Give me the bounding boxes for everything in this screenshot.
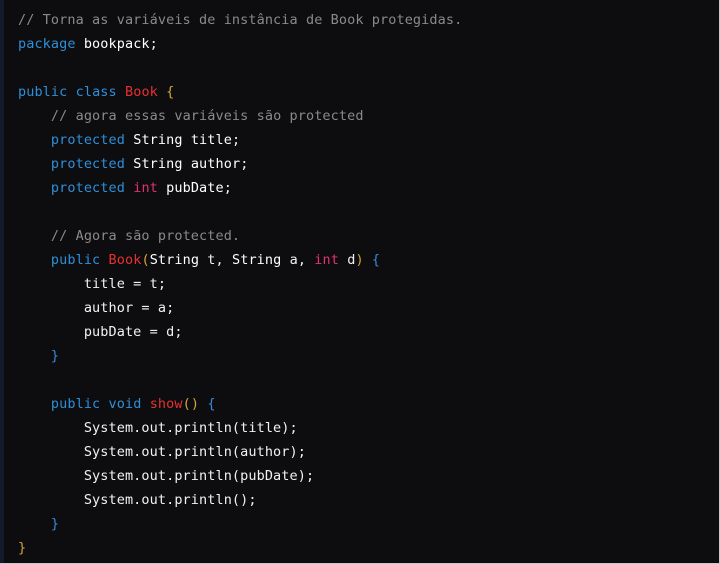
code-line[interactable]: } bbox=[0, 536, 719, 560]
code-line[interactable] bbox=[0, 200, 719, 224]
code-token: { bbox=[207, 396, 216, 412]
code-line[interactable]: System.out.println(pubDate); bbox=[0, 464, 719, 488]
code-token: void bbox=[108, 396, 142, 412]
code-token: int bbox=[314, 252, 339, 268]
code-line[interactable]: // agora essas variáveis são protected bbox=[0, 104, 719, 128]
code-token: ( bbox=[141, 252, 150, 268]
code-token: public bbox=[50, 396, 101, 412]
code-token: () bbox=[182, 396, 200, 412]
code-token: Book bbox=[124, 84, 158, 100]
code-token: pubDate bbox=[166, 180, 224, 196]
code-token: System.out.println(pubDate); bbox=[18, 468, 315, 484]
code-token: title = t; bbox=[18, 276, 167, 292]
code-token: bookpack bbox=[83, 36, 150, 52]
code-token: } bbox=[18, 540, 27, 556]
code-line[interactable] bbox=[0, 56, 719, 80]
code-token: String bbox=[133, 132, 183, 148]
code-token: String bbox=[149, 252, 200, 268]
code-token: public bbox=[50, 252, 101, 268]
code-token: System.out.println(); bbox=[18, 492, 257, 508]
code-line[interactable]: author = a; bbox=[0, 296, 719, 320]
code-line[interactable]: } bbox=[0, 512, 719, 536]
code-token: protected bbox=[50, 132, 125, 148]
code-token: String bbox=[231, 252, 282, 268]
code-token: { bbox=[166, 84, 175, 100]
code-line[interactable]: System.out.println(title); bbox=[0, 416, 719, 440]
code-token: // Torna as variáveis de instância de Bo… bbox=[18, 12, 463, 28]
code-line[interactable]: System.out.println(author); bbox=[0, 440, 719, 464]
code-token: protected bbox=[50, 156, 125, 172]
code-token: package bbox=[18, 36, 76, 52]
code-line[interactable]: title = t; bbox=[0, 272, 719, 296]
code-line[interactable]: protected String title; bbox=[0, 128, 719, 152]
code-token: ; bbox=[149, 36, 158, 52]
code-token: class bbox=[75, 84, 117, 100]
code-token: { bbox=[371, 252, 381, 268]
code-token: show bbox=[149, 396, 183, 412]
code-line[interactable]: // Torna as variáveis de instância de Bo… bbox=[0, 8, 719, 32]
code-token: // Agora são protected. bbox=[50, 228, 241, 244]
code-token: protected bbox=[50, 180, 125, 196]
code-line[interactable]: // Agora são protected. bbox=[0, 224, 719, 248]
code-line[interactable]: protected int pubDate; bbox=[0, 176, 719, 200]
code-line[interactable]: protected String author; bbox=[0, 152, 719, 176]
code-token: ; bbox=[240, 156, 249, 172]
code-token: public bbox=[18, 84, 68, 100]
code-token: } bbox=[50, 348, 60, 364]
code-token: // agora essas variáveis são protected bbox=[50, 108, 364, 124]
code-token: ; bbox=[223, 180, 232, 196]
code-token: d bbox=[338, 252, 356, 268]
code-token: ) bbox=[355, 252, 364, 268]
code-line[interactable]: package bookpack; bbox=[0, 32, 719, 56]
code-token: author bbox=[190, 156, 241, 172]
code-token: String bbox=[133, 156, 183, 172]
code-line[interactable]: public class Book { bbox=[0, 80, 719, 104]
code-token: author = a; bbox=[18, 300, 175, 316]
code-token: System.out.println(author); bbox=[18, 444, 306, 460]
code-token: t, bbox=[199, 252, 232, 268]
code-token: Book bbox=[108, 252, 142, 268]
code-line[interactable]: System.out.println(); bbox=[0, 488, 719, 512]
code-viewer[interactable]: // Torna as variáveis de instância de Bo… bbox=[0, 0, 720, 564]
code-line[interactable]: } bbox=[0, 344, 719, 368]
code-line[interactable] bbox=[0, 368, 719, 392]
code-token: int bbox=[133, 180, 158, 196]
code-token: } bbox=[50, 516, 60, 532]
code-token: System.out.println(title); bbox=[18, 420, 298, 436]
code-line[interactable]: pubDate = d; bbox=[0, 320, 719, 344]
code-block[interactable]: // Torna as variáveis de instância de Bo… bbox=[0, 0, 719, 560]
code-token: pubDate = d; bbox=[18, 324, 183, 340]
code-token: title bbox=[190, 132, 232, 148]
code-line[interactable]: public Book(String t, String a, int d) { bbox=[0, 248, 719, 272]
code-line[interactable]: public void show() { bbox=[0, 392, 719, 416]
code-token: ; bbox=[231, 132, 241, 148]
code-token: a, bbox=[281, 252, 315, 268]
